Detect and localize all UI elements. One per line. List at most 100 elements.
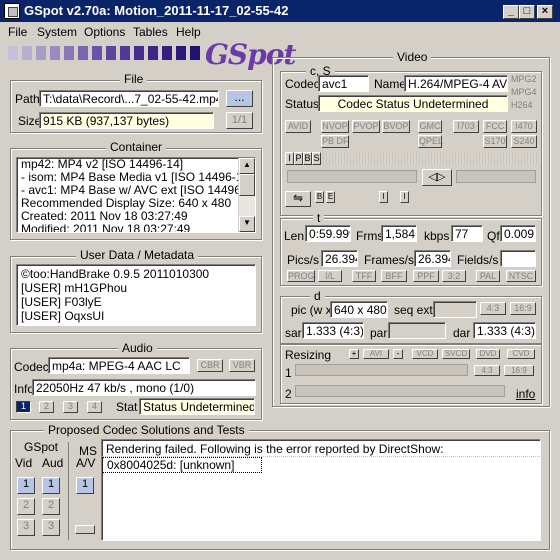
resize-cvd-button[interactable]: CVD <box>507 349 535 359</box>
kbps-label: kbps <box>424 229 450 243</box>
audio-codec-field: mp4a: MPEG-4 AAC LC <box>48 357 190 374</box>
scroll-up-icon[interactable]: ▲ <box>239 158 255 174</box>
proposed-group-title: Proposed Codec Solutions and Tests <box>44 423 249 437</box>
vid-solution-1[interactable]: 1 <box>17 477 35 494</box>
resize-dvd-button[interactable]: DVD <box>476 349 500 359</box>
scroll-thumb[interactable] <box>239 174 255 196</box>
container-group-title: Container <box>106 140 167 154</box>
frms-label: Frms <box>356 229 384 243</box>
resize-svcd-button[interactable]: SVCD <box>442 349 470 359</box>
metadata-list[interactable]: ©too:HandBrake 0.9.5 2011010300 [USER] m… <box>16 264 256 326</box>
aud-solution-3[interactable]: 3 <box>42 519 60 536</box>
audio-track-4[interactable]: 4 <box>87 401 102 413</box>
aud-solution-2[interactable]: 2 <box>42 498 60 515</box>
container-list[interactable]: mp42: MP4 v2 [ISO 14496-14] - isom: MP4 … <box>16 157 256 233</box>
minimize-button[interactable]: _ <box>503 5 519 19</box>
frame-type-i[interactable]: I <box>285 152 294 165</box>
results-log[interactable]: Rendering failed. Following is the error… <box>101 439 541 541</box>
kbps-field: 77 <box>451 225 483 242</box>
browse-button[interactable]: ... <box>226 90 253 107</box>
resize-ar-16-9-button[interactable]: 16:9 <box>504 365 534 376</box>
frame-type-b[interactable]: B <box>303 152 312 165</box>
resize-minus-button[interactable]: - <box>393 349 403 359</box>
metadata-line: ©too:HandBrake 0.9.5 2011010300 <box>21 267 210 281</box>
menu-help[interactable]: Help <box>176 25 201 39</box>
vbr-button[interactable]: VBR <box>229 359 255 372</box>
ar-16-9-button[interactable]: 16:9 <box>510 302 536 315</box>
mark-i1[interactable]: I <box>379 191 388 203</box>
aud-solution-1[interactable]: 1 <box>42 477 60 494</box>
av-label: A/V <box>76 456 96 470</box>
file-group-title: File <box>120 72 148 86</box>
cbr-button[interactable]: CBR <box>197 359 223 372</box>
log-line: 0x8004025d: [unknown] <box>102 457 262 473</box>
menu-file[interactable]: File <box>8 25 27 39</box>
pics-field: 26.394 <box>321 250 358 267</box>
qf-field: 0.009 <box>500 225 536 242</box>
audio-track-2[interactable]: 2 <box>39 401 54 413</box>
scroll-down-icon[interactable]: ▼ <box>239 216 255 232</box>
metadata-group-title: User Data / Metadata <box>76 248 199 262</box>
frames-field: 26.394 <box>414 250 451 267</box>
separator-line <box>68 442 69 540</box>
audio-track-1[interactable]: 1 <box>16 401 31 413</box>
audio-track-3[interactable]: 3 <box>63 401 78 413</box>
mark-i2[interactable]: I <box>400 191 409 203</box>
ar-4-3-button[interactable]: 4:3 <box>480 302 506 315</box>
len-field: 0:59.999 <box>305 225 351 242</box>
title-bar[interactable]: GSpot v2.70a: Motion_2011-11-17_02-55-42… <box>0 0 560 22</box>
position-track-right[interactable] <box>456 170 536 183</box>
dar-label: dar <box>453 326 471 340</box>
ms-av-test-1[interactable]: 1 <box>76 477 94 494</box>
metadata-line: [USER] mH1GPhou <box>21 281 128 295</box>
mark-b[interactable]: B <box>315 191 324 203</box>
resize-row-2-track <box>295 385 505 397</box>
gspot-label: GSpot <box>24 440 59 454</box>
path-label: Path <box>15 92 40 106</box>
resize-row-1-label: 1 <box>285 366 292 380</box>
frame-type-s[interactable]: S <box>312 152 321 165</box>
gradient-bar <box>8 46 200 60</box>
flag-pvop: PVOP <box>352 120 380 133</box>
flag-i703: I703 <box>453 120 479 133</box>
ms-av-test-blank[interactable] <box>75 525 95 534</box>
close-button[interactable]: × <box>537 5 553 19</box>
vid-solution-3[interactable]: 3 <box>17 519 35 536</box>
log-line: Rendering failed. Following is the error… <box>102 442 540 457</box>
video-status-field: Codec Status Undetermined <box>318 95 508 112</box>
menu-options[interactable]: Options <box>84 25 125 39</box>
path-field[interactable]: T:\data\Record\...7_02-55-42.mp4 <box>39 90 219 107</box>
resize-vcd-button[interactable]: VCD <box>412 349 438 359</box>
len-label: Len <box>284 229 305 243</box>
vid-label: Vid <box>15 456 33 470</box>
app-icon[interactable] <box>4 3 20 19</box>
scan-prog: PROG <box>287 270 315 282</box>
aud-label: Aud <box>42 456 64 470</box>
menu-system[interactable]: System <box>37 25 77 39</box>
frame-type-p[interactable]: P <box>294 152 303 165</box>
flag-bvop: BVOP <box>382 120 410 133</box>
resize-ar-4-3-button[interactable]: 4:3 <box>474 365 500 376</box>
resize-plus-button[interactable]: + <box>349 349 359 359</box>
resize-row-1-track <box>295 364 468 376</box>
menu-tables[interactable]: Tables <box>133 25 168 39</box>
scan-bff: BFF <box>381 270 407 282</box>
mark-e[interactable]: E <box>326 191 335 203</box>
scan-ntsc: NTSC <box>506 270 536 282</box>
pic-field: 640 x 480 <box>330 301 388 318</box>
par-field <box>388 322 446 339</box>
maximize-button[interactable]: □ <box>519 5 535 19</box>
info-link[interactable]: info <box>516 387 535 401</box>
container-scrollbar[interactable]: ▲ ▼ <box>238 158 255 232</box>
fields-label: Fields/s <box>457 253 499 267</box>
video-codec-field: avc1 <box>318 75 369 92</box>
flag-avid: AVID <box>285 120 311 133</box>
flag-fcc: FCC <box>483 120 507 133</box>
seek-arrows-icon[interactable]: ◁▷ <box>422 169 452 186</box>
vid-solution-2[interactable]: 2 <box>17 498 35 515</box>
position-track[interactable] <box>287 170 417 183</box>
codec-type-h264: H264 <box>511 100 533 110</box>
pause-icon[interactable]: ⇋ <box>285 191 311 207</box>
part-button[interactable]: 1/1 <box>226 112 253 129</box>
resize-avi-button[interactable]: AVI <box>363 349 389 359</box>
